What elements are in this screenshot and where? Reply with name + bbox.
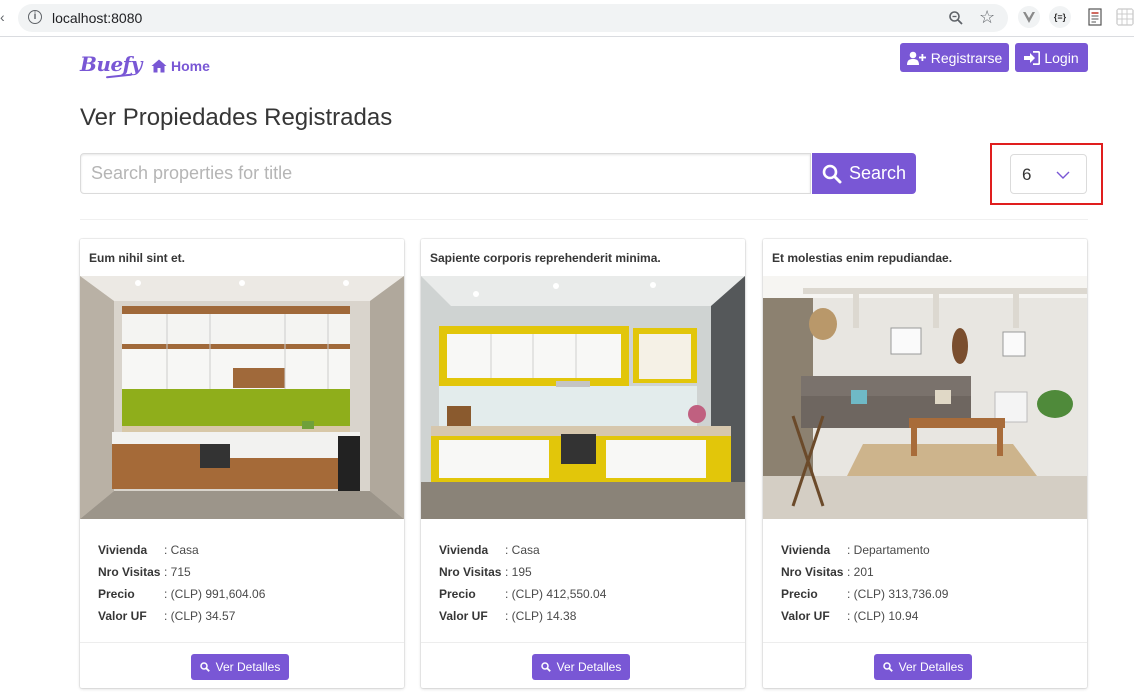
property-card: Et molestias enim repudiandae. Vivienda … [763, 239, 1087, 688]
json-viewer-icon[interactable]: {≡} [1049, 6, 1071, 28]
bookmark-star-icon[interactable]: ☆ [979, 7, 995, 28]
uf-value: : (CLP) 34.57 [164, 609, 236, 623]
ver-detalles-label: Ver Detalles [215, 660, 281, 674]
info-row-uf: Valor UF : (CLP) 14.38 [439, 609, 606, 631]
uf-value: : (CLP) 10.94 [847, 609, 919, 623]
chevron-left-icon[interactable]: ‹ [0, 9, 5, 25]
home-link[interactable]: Home [151, 58, 210, 74]
user-plus-icon [906, 51, 926, 65]
login-button[interactable]: Login [1015, 43, 1088, 72]
info-icon[interactable]: i [28, 10, 42, 24]
info-row-vivienda: Vivienda : Departamento [781, 543, 948, 565]
card-title: Et molestias enim repudiandae. [772, 251, 953, 265]
page-size-value: 6 [1022, 165, 1032, 184]
card-info: Vivienda : Casa Nro Visitas : 195 Precio… [439, 543, 606, 631]
precio-value: : (CLP) 313,736.09 [847, 587, 949, 601]
zoom-icon[interactable] [948, 10, 964, 26]
ver-detalles-label: Ver Detalles [556, 660, 622, 674]
precio-label: Precio [781, 587, 818, 601]
search-button-label: Search [848, 163, 907, 183]
page-title: Ver Propiedades Registradas [80, 104, 393, 131]
login-label: Login [1044, 49, 1079, 66]
sign-in-icon [1024, 50, 1041, 65]
precio-label: Precio [439, 587, 476, 601]
url-text[interactable]: localhost:8080 [52, 10, 142, 26]
search-button[interactable]: Search [812, 153, 916, 194]
address-bar[interactable]: i localhost:8080 ☆ [18, 4, 1008, 32]
info-row-vivienda: Vivienda : Casa [98, 543, 265, 565]
uf-label: Valor UF [781, 609, 830, 623]
info-row-visitas: Nro Visitas : 201 [781, 565, 948, 587]
visitas-label: Nro Visitas [439, 565, 502, 579]
buefy-logo[interactable]: Buefy [80, 52, 142, 76]
search-input[interactable] [80, 153, 811, 194]
card-footer: Ver Detalles [763, 642, 1087, 689]
home-icon [151, 59, 167, 73]
vivienda-label: Vivienda [439, 543, 489, 557]
visitas-value: : 715 [164, 565, 191, 579]
info-row-precio: Precio : (CLP) 412,550.04 [439, 587, 606, 609]
info-row-vivienda: Vivienda : Casa [439, 543, 606, 565]
vivienda-value: : Departamento [847, 543, 930, 557]
info-row-uf: Valor UF : (CLP) 10.94 [781, 609, 948, 631]
visitas-label: Nro Visitas [781, 565, 844, 579]
info-row-precio: Precio : (CLP) 313,736.09 [781, 587, 948, 609]
home-label: Home [171, 58, 210, 74]
info-row-precio: Precio : (CLP) 991,604.06 [98, 587, 265, 609]
property-image-kitchen-green [80, 276, 404, 519]
property-card: Sapiente corporis reprehenderit minima. [421, 239, 745, 688]
search-icon [540, 662, 551, 672]
uf-label: Valor UF [98, 609, 147, 623]
property-image-living-room [763, 276, 1087, 519]
card-footer: Ver Detalles [421, 642, 745, 689]
card-footer: Ver Detalles [80, 642, 404, 689]
divider [80, 219, 1088, 220]
vivienda-value: : Casa [505, 543, 540, 557]
precio-value: : (CLP) 991,604.06 [164, 587, 266, 601]
register-button[interactable]: Registrarse [900, 43, 1009, 72]
document-icon[interactable] [1084, 6, 1106, 28]
grid-extension-icon[interactable] [1114, 6, 1134, 28]
card-info: Vivienda : Casa Nro Visitas : 715 Precio… [98, 543, 265, 631]
uf-value: : (CLP) 14.38 [505, 609, 577, 623]
ver-detalles-button[interactable]: Ver Detalles [874, 654, 972, 680]
info-row-visitas: Nro Visitas : 195 [439, 565, 606, 587]
vivienda-label: Vivienda [781, 543, 831, 557]
ver-detalles-button[interactable]: Ver Detalles [191, 654, 289, 680]
page-size-select[interactable]: 6 [1010, 154, 1087, 194]
search-icon [822, 164, 842, 183]
browser-toolbar: ‹ i localhost:8080 ☆ {≡} [0, 0, 1134, 37]
chevron-down-icon [1056, 171, 1070, 179]
visitas-value: : 195 [505, 565, 532, 579]
info-row-uf: Valor UF : (CLP) 34.57 [98, 609, 265, 631]
visitas-label: Nro Visitas [98, 565, 161, 579]
precio-label: Precio [98, 587, 135, 601]
search-icon [882, 662, 893, 672]
ver-detalles-button[interactable]: Ver Detalles [532, 654, 630, 680]
info-row-visitas: Nro Visitas : 715 [98, 565, 265, 587]
vivienda-label: Vivienda [98, 543, 148, 557]
search-icon [199, 662, 210, 672]
vue-devtools-icon[interactable] [1018, 6, 1040, 28]
card-title: Sapiente corporis reprehenderit minima. [430, 251, 661, 265]
vivienda-value: : Casa [164, 543, 199, 557]
ver-detalles-label: Ver Detalles [898, 660, 964, 674]
card-title: Eum nihil sint et. [89, 251, 186, 265]
register-label: Registrarse [930, 49, 1003, 66]
property-card: Eum nihil sint et. Vivienda: Casa Nro V… [80, 239, 404, 688]
property-image-kitchen-yellow [421, 276, 745, 519]
visitas-value: : 201 [847, 565, 874, 579]
card-info: Vivienda : Departamento Nro Visitas : 20… [781, 543, 948, 631]
uf-label: Valor UF [439, 609, 488, 623]
precio-value: : (CLP) 412,550.04 [505, 587, 607, 601]
